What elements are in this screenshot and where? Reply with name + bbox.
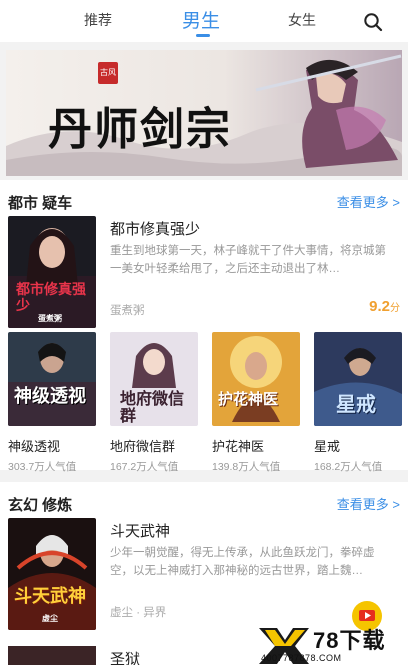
- see-more-link[interactable]: 查看更多 >: [337, 494, 400, 513]
- book-cover[interactable]: [8, 646, 96, 665]
- popularity: 167.2万人气值: [110, 461, 179, 473]
- section-title: 玄幻 修炼: [8, 497, 73, 514]
- banner-title: 丹师剑宗: [48, 104, 232, 155]
- section-title: 都市 疑车: [8, 195, 73, 212]
- book-author: 虚尘 · 异界: [110, 607, 167, 619]
- tab-recommend[interactable]: 推荐: [84, 10, 112, 30]
- book-title: 地府微信群: [110, 439, 176, 454]
- cover-author: 蛋煮粥: [38, 313, 62, 323]
- promo-banner[interactable]: 古风 丹师剑宗: [6, 50, 402, 176]
- score-value: 9.2: [369, 298, 390, 315]
- section-header: 玄幻 修炼 查看更多 >: [0, 482, 408, 522]
- tab-male[interactable]: 男生: [182, 6, 220, 33]
- book-cover[interactable]: 都市修真强少 蛋煮粥: [8, 216, 96, 328]
- book-cover: 神级透视: [8, 332, 96, 426]
- book-cover: 护花神医: [212, 332, 300, 426]
- cover-title: 神级透视: [14, 386, 86, 407]
- cover-title: 星戒: [336, 392, 376, 416]
- book-author: 蛋煮粥: [110, 305, 145, 317]
- banner-seal: 古风: [98, 62, 118, 84]
- section-header: 都市 疑车 查看更多 >: [0, 180, 408, 220]
- book-title: 护花神医: [212, 439, 265, 454]
- site-watermark: 78下载 4007787878.COM: [255, 600, 408, 665]
- book-title[interactable]: 都市修真强少: [110, 218, 200, 239]
- popularity: 303.7万人气值: [8, 461, 77, 473]
- book-description: 少年一朝觉醒，得无上传承，从此鱼跃龙门，拳碎虚空，以无上神威打入那神秘的远古世界…: [110, 547, 375, 577]
- book-title: 神级透视: [8, 439, 61, 454]
- book-cover: 星戒: [314, 332, 402, 426]
- book-title[interactable]: 斗天武神: [110, 520, 170, 541]
- top-nav: 推荐 男生 女生: [0, 0, 408, 42]
- book-cover: 地府微信群: [110, 332, 198, 426]
- book-score: 9.2分: [369, 298, 400, 315]
- grid-book-3[interactable]: 护花神医 护花神医 139.8万人气值: [212, 332, 300, 474]
- cover-title: 斗天武神: [14, 586, 86, 607]
- grid-book-4[interactable]: 星戒 星戒 168.2万人气值: [314, 332, 402, 474]
- cover-title: 都市修真强少: [16, 282, 86, 314]
- book-title[interactable]: 圣狱: [110, 648, 140, 665]
- watermark-url: 4007787878.COM: [261, 653, 342, 663]
- popularity: 168.2万人气值: [314, 461, 383, 473]
- cover-title: 护花神医: [218, 390, 279, 408]
- search-icon[interactable]: [363, 12, 383, 32]
- score-unit: 分: [390, 303, 400, 314]
- book-grid: 神级透视 神级透视 303.7万人气值 地府微信群 地府微信群 167.2万人气…: [0, 332, 408, 474]
- cover-author: 虚尘: [42, 613, 58, 623]
- book-description: 重生到地球第一天，林子峰就干了件大事情，将京城第一美女叶轻柔给甩了，之后还主动退…: [110, 245, 386, 275]
- tab-female[interactable]: 女生: [288, 10, 316, 30]
- watermark-text: 78下载: [313, 628, 386, 653]
- section-city: 都市 疑车 查看更多 > 都市修真强少 蛋煮粥 都市修真强少 重生到地球第一天，…: [0, 180, 408, 474]
- active-tab-indicator: [196, 34, 210, 37]
- book-cover[interactable]: 斗天武神 虚尘: [8, 518, 96, 630]
- grid-book-2[interactable]: 地府微信群 地府微信群 167.2万人气值: [110, 332, 198, 474]
- grid-book-1[interactable]: 神级透视 神级透视 303.7万人气值: [8, 332, 96, 474]
- book-title: 星戒: [314, 439, 341, 454]
- see-more-link[interactable]: 查看更多 >: [337, 192, 400, 211]
- popularity: 139.8万人气值: [212, 461, 281, 473]
- cover-title: 地府微信群: [120, 389, 185, 425]
